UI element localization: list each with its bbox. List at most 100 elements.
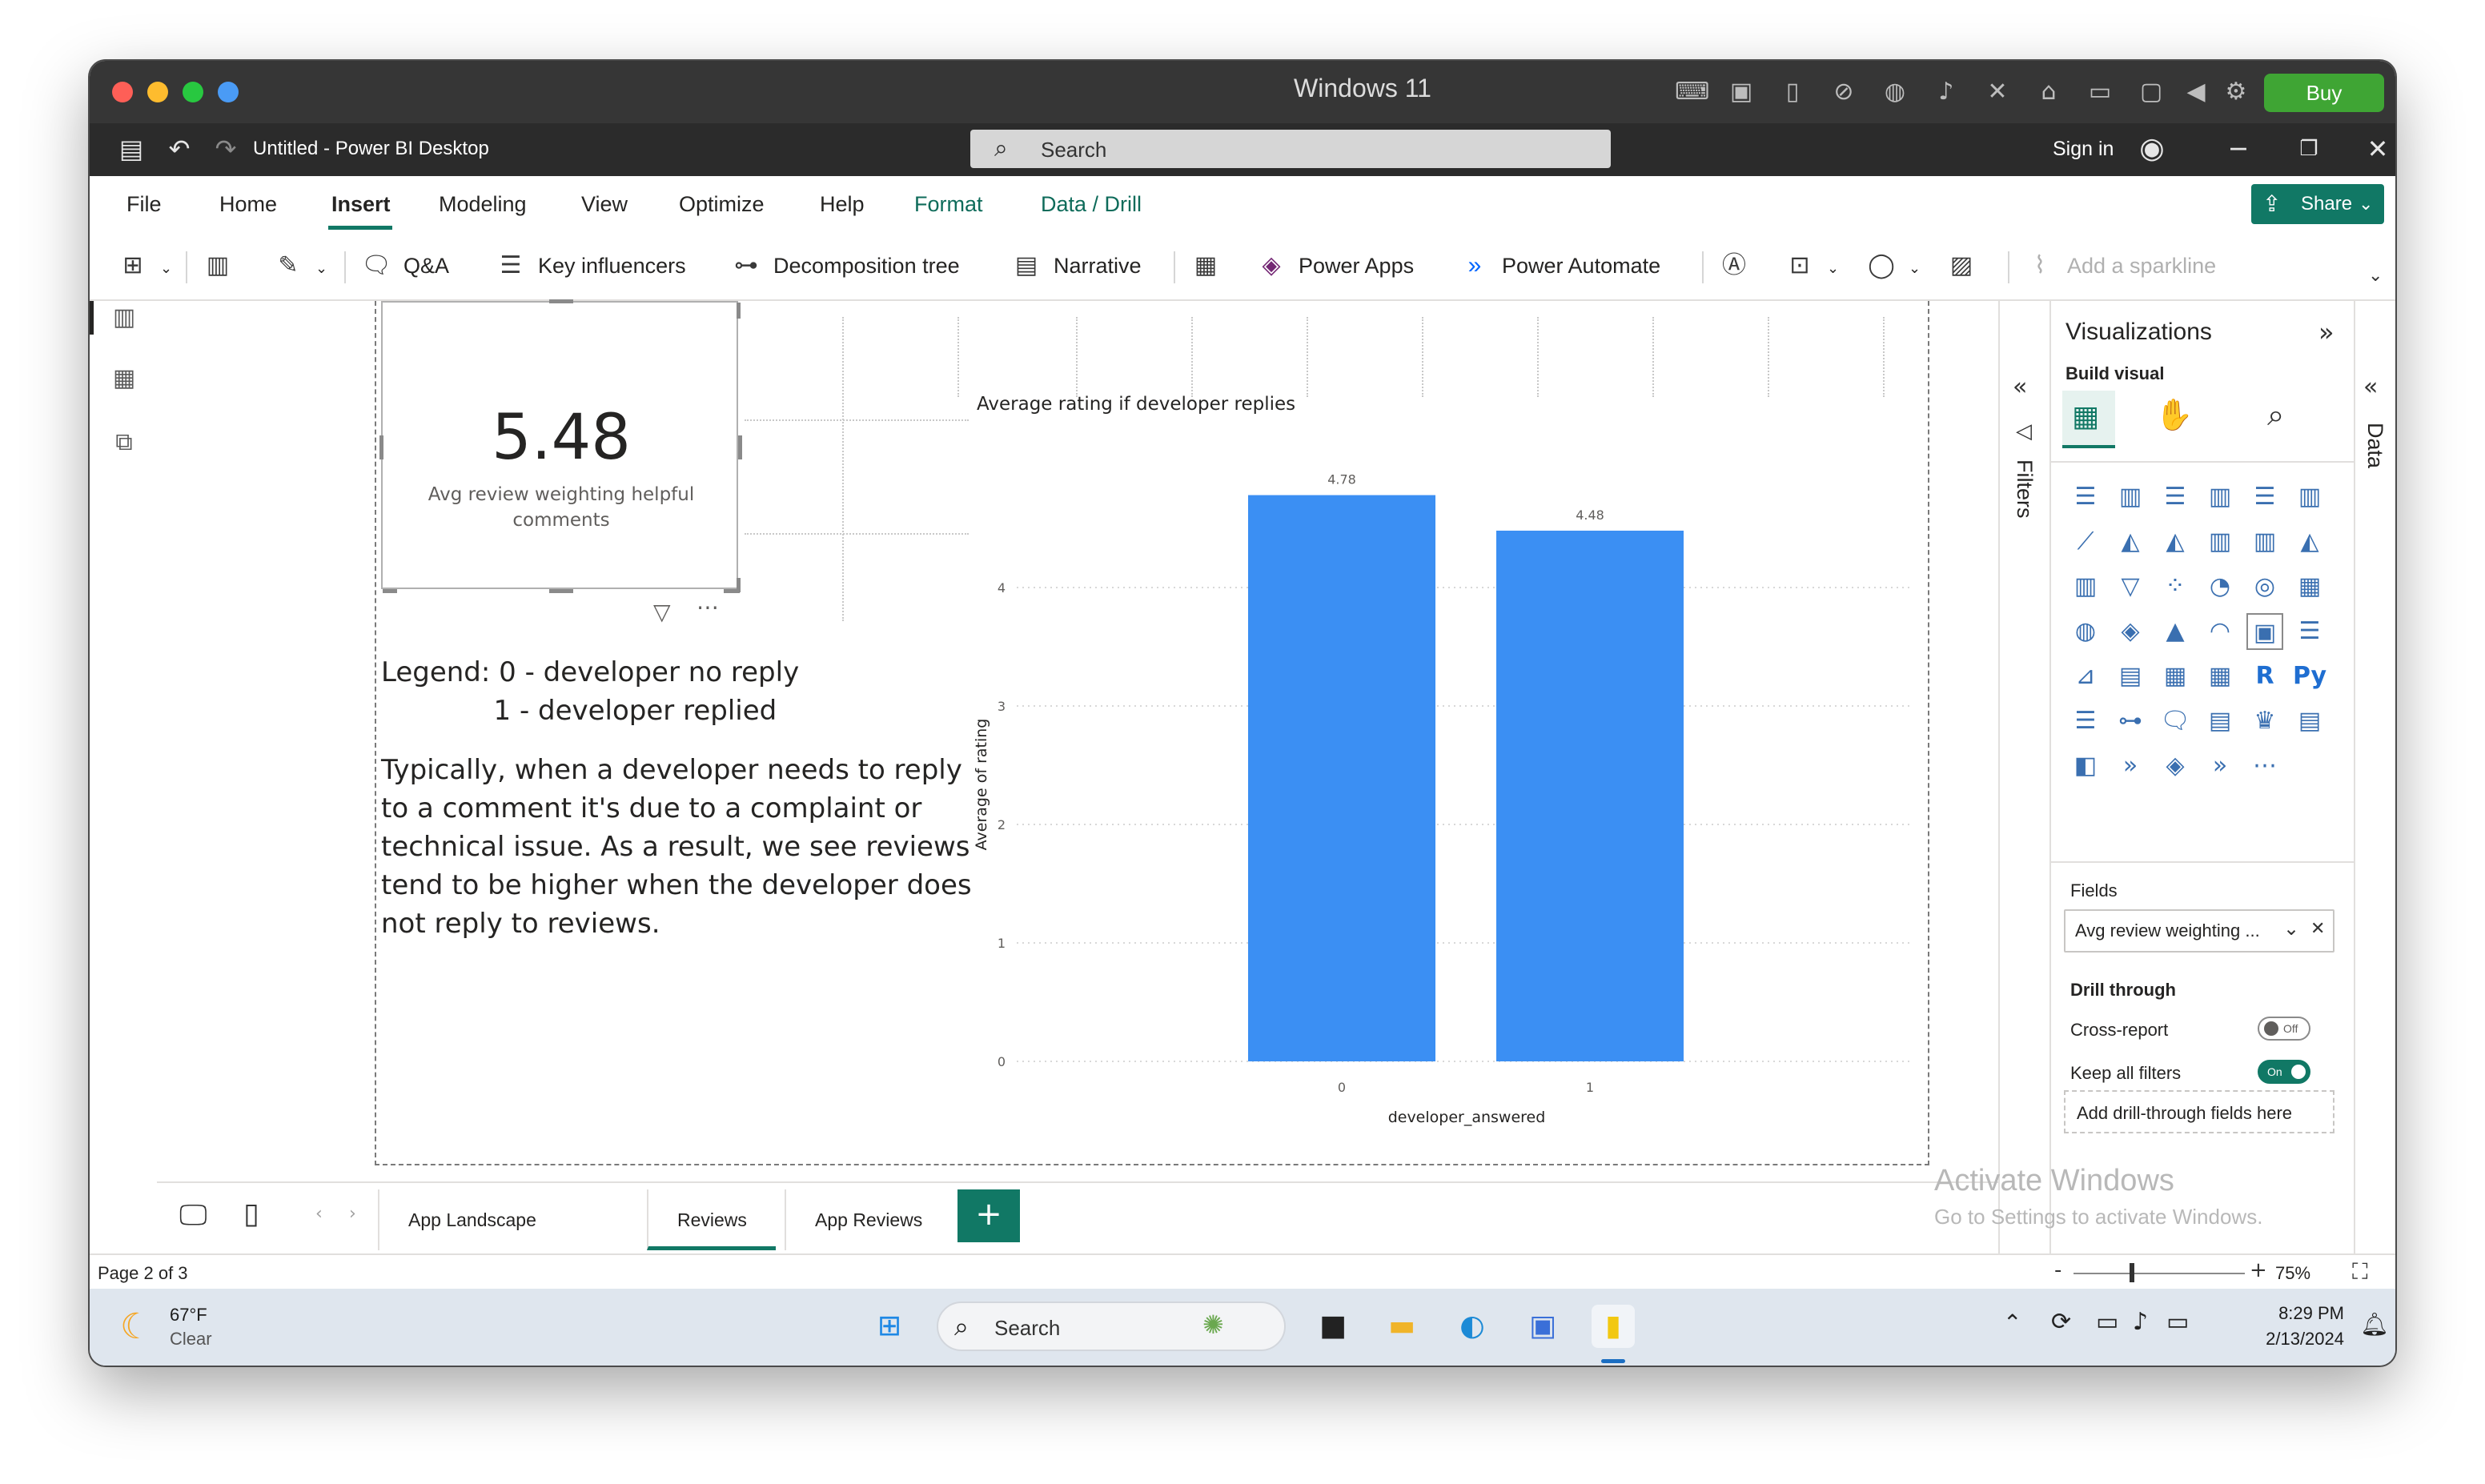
next-page-icon[interactable]: › <box>349 1204 356 1224</box>
zoom-traffic-light[interactable] <box>183 82 203 102</box>
remove-field-icon[interactable]: ✕ <box>2310 919 2325 939</box>
paginated-visual-icon[interactable]: ▤ <box>2291 703 2328 740</box>
save-icon[interactable]: ▤ <box>114 131 149 166</box>
narrative-visual-icon[interactable]: ▤ <box>2202 703 2238 740</box>
matrix-visual-icon[interactable]: ▦ <box>2202 658 2238 695</box>
file-explorer-icon[interactable]: ▬ <box>1380 1305 1423 1348</box>
zoom-in-button[interactable]: + <box>2250 1258 2267 1282</box>
clock-time[interactable]: 8:29 PM <box>2248 1303 2344 1324</box>
model-view-icon[interactable]: ⧉ <box>107 426 141 459</box>
table-visual-icon[interactable]: ▦ <box>2157 658 2194 695</box>
kpi-visual-icon[interactable]: ⊿ <box>2067 658 2104 695</box>
filters-pane[interactable]: « ◁ Filters <box>1998 301 2049 1261</box>
power-apps-viz-visual-icon[interactable]: ◈ <box>2157 748 2194 784</box>
tab-format[interactable]: Format <box>914 192 983 217</box>
resize-handle[interactable] <box>379 435 383 459</box>
narrative-button[interactable]: ▤ Narrative <box>1010 245 1142 287</box>
tab-home[interactable]: Home <box>219 192 277 217</box>
expand-data-icon[interactable]: « <box>2363 373 2378 401</box>
decomposition-visual-icon[interactable]: ⊶ <box>2112 703 2149 740</box>
python-visual-icon[interactable]: Py <box>2291 658 2328 695</box>
line-column-visual-icon[interactable]: ▥ <box>2202 523 2238 560</box>
screen-icon[interactable]: ▢ <box>2136 77 2166 107</box>
more-visual-icon[interactable]: ⋯ <box>2246 748 2283 784</box>
metrics-visual-icon[interactable]: ♛ <box>2246 703 2283 740</box>
power-automate-2-visual-icon[interactable]: » <box>2202 748 2238 784</box>
minimize-traffic-light[interactable] <box>147 82 168 102</box>
mic-off-icon[interactable]: ✕ <box>1982 77 2013 107</box>
edge-icon[interactable]: ◐ <box>1451 1305 1494 1348</box>
buy-button[interactable]: Buy <box>2264 74 2384 112</box>
tab-modeling[interactable]: Modeling <box>439 192 527 217</box>
account-icon[interactable]: ◉ <box>2134 131 2170 166</box>
data-pane[interactable]: « Data <box>2354 301 2395 1261</box>
resize-handle[interactable] <box>383 589 397 593</box>
insight-textbox[interactable]: Typically, when a developer needs to rep… <box>381 751 974 943</box>
map-visual-icon[interactable]: ◍ <box>2067 613 2104 650</box>
filled-map-visual-icon[interactable]: ◈ <box>2112 613 2149 650</box>
cpu-icon[interactable]: ▣ <box>1726 77 1756 107</box>
resize-handle[interactable] <box>549 589 573 593</box>
mobile-layout-icon[interactable]: ▯ <box>243 1197 259 1230</box>
resize-handle[interactable] <box>724 589 740 593</box>
weather-temperature[interactable]: 67°F <box>170 1305 207 1326</box>
qa-visual-icon[interactable]: 🗨 <box>2157 703 2194 740</box>
multi-row-card-visual-icon[interactable]: ☰ <box>2291 613 2328 650</box>
build-visual-tab[interactable]: ▦ <box>2062 391 2115 448</box>
keyboard-icon[interactable]: ⌨ <box>1675 77 1709 107</box>
fit-to-page-icon[interactable]: ⛶ <box>2352 1258 2368 1285</box>
zoom-slider[interactable] <box>2074 1273 2245 1274</box>
clustered-bar-visual-icon[interactable]: ☰ <box>2157 479 2194 515</box>
power-bi-taskbar-icon[interactable]: ▮ <box>1592 1305 1635 1348</box>
treemap-visual-icon[interactable]: ▦ <box>2291 568 2328 605</box>
close-traffic-light[interactable] <box>112 82 133 102</box>
resize-handle[interactable] <box>549 299 573 303</box>
line-clustered-visual-icon[interactable]: ▥ <box>2246 523 2283 560</box>
power-apps-button[interactable]: ◈ Power Apps <box>1255 245 1414 287</box>
funnel-visual-icon[interactable]: ▽ <box>2112 568 2149 605</box>
redo-icon[interactable]: ↷ <box>208 131 243 166</box>
add-sparkline-button[interactable]: ⌇ Add a sparkline <box>2024 245 2216 287</box>
power-automate-viz-visual-icon[interactable]: » <box>2112 748 2149 784</box>
expand-filters-icon[interactable]: « <box>2013 373 2027 401</box>
new-visual-button[interactable]: ⊞ ⌄ <box>117 245 172 287</box>
resize-handle[interactable] <box>737 303 741 319</box>
key-influencers-button[interactable]: ☰ Key influencers <box>495 245 686 287</box>
azure-map-visual-icon[interactable]: ▲ <box>2157 613 2194 650</box>
legend-textbox[interactable]: Legend: 0 - developer no reply 1 - devel… <box>381 653 799 730</box>
100-bar-visual-icon[interactable]: ☰ <box>2246 479 2283 515</box>
tab-file[interactable]: File <box>126 192 162 217</box>
tab-help[interactable]: Help <box>820 192 865 217</box>
task-view-icon[interactable]: ■ <box>1311 1305 1355 1348</box>
area-visual-icon[interactable]: ◭ <box>2112 523 2149 560</box>
notification-bell-icon[interactable]: 🔔︎ <box>2360 1311 2389 1338</box>
card-visual[interactable]: 5.48 Avg review weighting helpful commen… <box>379 299 742 593</box>
chevron-up-icon[interactable]: ⌃ <box>2003 1310 2021 1336</box>
extra-traffic-light[interactable] <box>218 82 239 102</box>
text-box-button[interactable]: Ⓐ <box>1718 245 1761 287</box>
cross-report-toggle[interactable]: Off <box>2258 1017 2310 1041</box>
chevron-down-icon[interactable]: ⌄ <box>2283 917 2299 940</box>
paginated-report-button[interactable]: ▦ <box>1190 245 1233 287</box>
collapse-ribbon-icon[interactable]: ⌄ <box>2368 266 2383 286</box>
volume-icon[interactable]: ♪ <box>2133 1308 2148 1336</box>
stacked-bar-visual-icon[interactable]: ☰ <box>2067 479 2104 515</box>
waterfall-visual-icon[interactable]: ▥ <box>2067 568 2104 605</box>
taskbar-search[interactable]: ⌕ Search ✺ <box>937 1302 1286 1351</box>
collapse-pane-icon[interactable]: » <box>2318 317 2334 347</box>
speaker-icon[interactable]: ♪ <box>1931 77 1961 107</box>
shapes-button[interactable]: ◯ ⌄ <box>1865 245 1921 287</box>
bar[interactable] <box>1248 495 1435 1061</box>
page-tab-reviews[interactable]: Reviews <box>647 1189 776 1250</box>
undo-icon[interactable]: ↶ <box>162 131 197 166</box>
bar-chart[interactable]: 0 1 2 3 4 4.78 0 4.48 1 developer_answered Average… <box>969 421 1921 1165</box>
add-page-button[interactable]: + <box>957 1189 1020 1242</box>
report-view-icon[interactable]: ▥ <box>107 301 141 335</box>
prev-page-icon[interactable]: ‹ <box>315 1204 323 1224</box>
image-button[interactable]: ▨ <box>1945 245 1989 287</box>
slicer-visual-icon[interactable]: ▤ <box>2112 658 2149 695</box>
stacked-area-visual-icon[interactable]: ◭ <box>2157 523 2194 560</box>
globe-icon[interactable]: ◍ <box>1880 77 1910 107</box>
clustered-column-visual-icon[interactable]: ▥ <box>2202 479 2238 515</box>
gauge-visual-icon[interactable]: ◠ <box>2202 613 2238 650</box>
